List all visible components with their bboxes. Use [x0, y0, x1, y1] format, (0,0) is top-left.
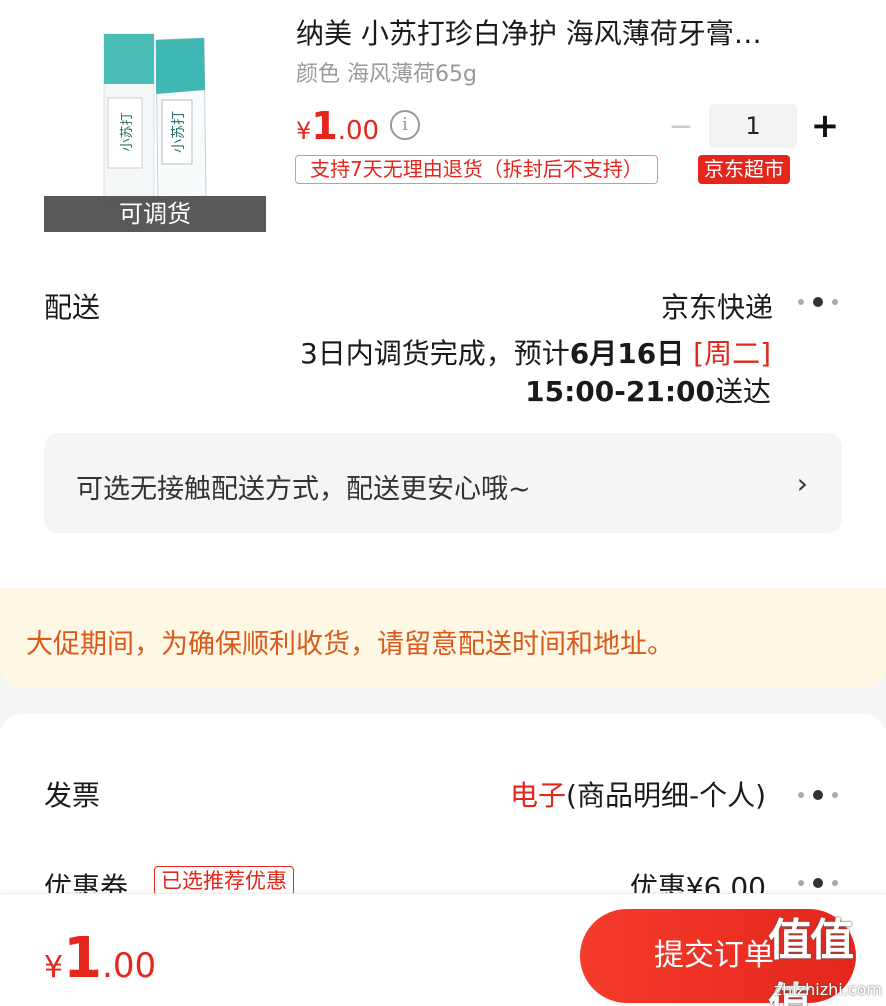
return-policy-tag: 支持7天无理由退货（拆封后不支持）	[295, 155, 658, 184]
chevron-right-icon: ›	[796, 467, 808, 500]
delivery-time-window: 15:00-21:00送达	[525, 375, 771, 408]
product-image[interactable]: 小苏打 小苏打 可调货	[44, 10, 266, 232]
price-symbol: ¥	[296, 117, 312, 145]
product-price: ¥1.00	[296, 104, 379, 148]
price-integer: 1	[311, 104, 338, 148]
total-symbol: ¥	[44, 950, 64, 985]
delivery-weekday: [周二]	[693, 337, 771, 370]
promo-notice-text: 大促期间，为确保顺利收货，请留意配送时间和地址。	[26, 629, 674, 660]
delivery-label: 配送	[44, 291, 101, 324]
quantity-input[interactable]: 1	[709, 104, 797, 148]
store-tag: 京东超市	[698, 155, 790, 184]
promo-notice: 大促期间，为确保顺利收货，请留意配送时间和地址。	[0, 588, 886, 688]
delivery-estimate: 3日内调货完成，预计6月16日 [周二]	[299, 337, 771, 370]
svg-text:小苏打: 小苏打	[119, 112, 135, 151]
total-decimal: .00	[102, 946, 157, 986]
coupon-recommended-tag: 已选推荐优惠	[154, 866, 294, 896]
contactless-delivery-text: 可选无接触配送方式，配送更安心哦~	[76, 474, 531, 505]
more-dots-icon[interactable]	[798, 296, 842, 308]
delivery-method[interactable]: 京东快递	[661, 286, 773, 326]
svg-text:小苏打: 小苏打	[170, 111, 187, 153]
more-dots-icon[interactable]	[798, 877, 842, 889]
invoice-label: 发票	[44, 779, 101, 812]
more-dots-icon[interactable]	[798, 789, 842, 801]
product-variant: 颜色 海风薄荷65g	[296, 62, 477, 87]
site-watermark: 值值值 zhizhizhi.com	[768, 904, 886, 1006]
invoice-type: 电子	[510, 779, 567, 812]
price-decimal: .00	[337, 116, 380, 146]
contactless-delivery-option[interactable]: 可选无接触配送方式，配送更安心哦~ ›	[44, 433, 842, 533]
quantity-decrease-button[interactable]: −	[666, 108, 696, 148]
info-icon[interactable]: i	[390, 110, 420, 140]
order-total: ¥1.00	[44, 926, 156, 991]
invoice-value[interactable]: 电子(商品明细-个人)	[510, 774, 766, 814]
stock-transfer-badge: 可调货	[44, 196, 266, 232]
total-integer: 1	[63, 926, 103, 991]
invoice-detail: (商品明细-个人)	[566, 779, 766, 812]
watermark-url: zhizhizhi.com	[773, 980, 882, 999]
quantity-increase-button[interactable]: +	[808, 106, 842, 146]
product-title[interactable]: 纳美 小苏打珍白净护 海风薄荷牙膏…	[296, 12, 836, 52]
